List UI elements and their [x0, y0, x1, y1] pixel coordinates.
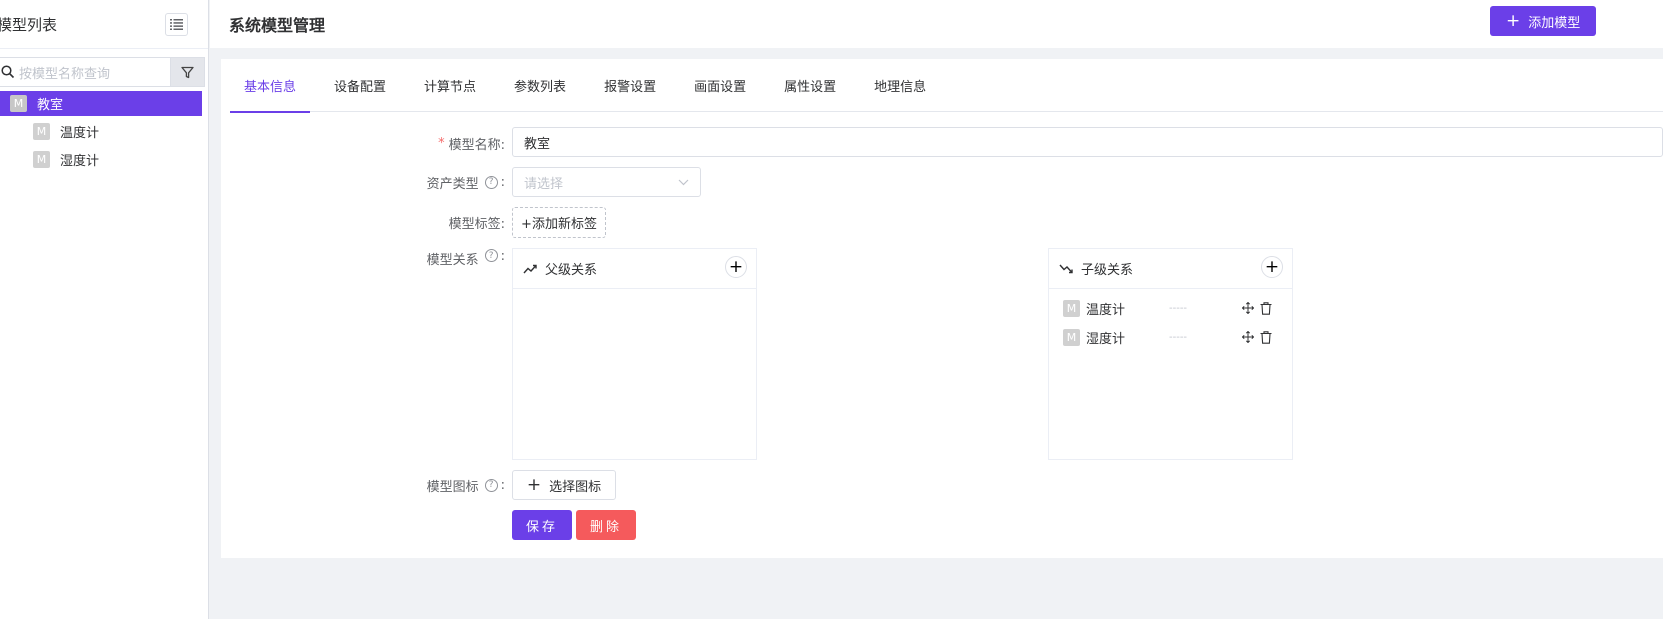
- page-title: 系统模型管理: [229, 16, 326, 35]
- chevron-down-icon: [678, 179, 689, 185]
- model-icon-label: 模型图标 ? :: [426, 477, 505, 495]
- child-relation-panel: 子级关系 + M 温度计 ----- M 湿度计 -----: [1048, 248, 1293, 460]
- tab-basic-info[interactable]: 基本信息: [230, 59, 311, 113]
- question-icon: ?: [484, 249, 498, 262]
- tree-item-thermometer[interactable]: M 温度计: [0, 119, 202, 144]
- sidebar: 模型列表 按模型名称查询 M 教室 M 温度计 M 湿度计: [0, 0, 209, 619]
- model-tree: M 教室 M 温度计 M 湿度计: [0, 91, 202, 175]
- child-label: 温度计: [1086, 302, 1126, 318]
- select-icon-button[interactable]: + 选择图标: [512, 470, 616, 500]
- tab-compute-nodes[interactable]: 计算节点: [410, 59, 490, 112]
- save-button[interactable]: 保存: [512, 510, 572, 540]
- trash-icon[interactable]: [1260, 330, 1272, 344]
- tree-item-label: 教室: [37, 98, 64, 113]
- tab-bar: 基本信息 设备配置 计算节点 参数列表 报警设置 画面设置 属性设置 地理信息: [230, 59, 1663, 113]
- model-tags-label: 模型标签:: [448, 216, 505, 232]
- parent-relation-header: 父级关系 +: [513, 249, 756, 289]
- list-view-button[interactable]: [165, 12, 188, 36]
- sidebar-title: 模型列表: [0, 15, 58, 34]
- tab-parameter-list[interactable]: 参数列表: [500, 59, 580, 112]
- filter-icon: [181, 66, 194, 78]
- search-icon: [1, 65, 15, 79]
- plus-icon: +: [526, 475, 542, 495]
- tab-device-config[interactable]: 设备配置: [320, 59, 400, 112]
- trend-up-icon: [523, 264, 537, 273]
- model-search-input[interactable]: 按模型名称查询: [0, 57, 170, 87]
- child-relation-item: M 温度计 -----: [1063, 298, 1283, 318]
- move-icon[interactable]: [1242, 331, 1254, 343]
- plus-icon: +: [1506, 11, 1521, 31]
- model-badge: M: [10, 95, 27, 112]
- model-name-input[interactable]: 教室: [512, 127, 1663, 157]
- relation-line: -----: [1169, 331, 1188, 343]
- tab-screen-settings[interactable]: 画面设置: [680, 59, 760, 112]
- filter-button[interactable]: [170, 57, 205, 87]
- question-icon: ?: [484, 478, 498, 492]
- list-icon: [170, 18, 183, 30]
- move-icon[interactable]: [1242, 302, 1254, 314]
- model-name-label: * 模型名称:: [438, 135, 505, 153]
- child-relation-title: 子级关系: [1081, 263, 1134, 278]
- child-label: 湿度计: [1086, 331, 1126, 347]
- relation-line: -----: [1169, 302, 1188, 314]
- top-bar: 系统模型管理 + 添加模型: [210, 0, 1663, 48]
- trash-icon[interactable]: [1260, 301, 1272, 315]
- model-badge: M: [33, 123, 50, 140]
- trend-down-icon: [1059, 264, 1073, 273]
- tree-item-hygrometer[interactable]: M 湿度计: [0, 147, 202, 172]
- asset-type-select[interactable]: 请选择: [512, 167, 701, 197]
- child-relation-header: 子级关系 +: [1049, 249, 1292, 289]
- add-tag-button[interactable]: +添加新标签: [512, 207, 606, 238]
- tree-item-classroom[interactable]: M 教室: [0, 91, 202, 116]
- sidebar-header: 模型列表: [0, 0, 208, 49]
- tab-attribute-settings[interactable]: 属性设置: [770, 59, 850, 112]
- tab-alarm-settings[interactable]: 报警设置: [590, 59, 670, 112]
- sidebar-search: 按模型名称查询: [0, 57, 205, 87]
- tree-item-label: 湿度计: [60, 154, 100, 169]
- child-relation-item: M 湿度计 -----: [1063, 327, 1283, 347]
- add-model-label: 添加模型: [1528, 15, 1581, 31]
- model-relation-label: 模型关系 ? :: [426, 249, 505, 268]
- question-icon: ?: [484, 175, 498, 189]
- select-icon-label: 选择图标: [549, 479, 602, 495]
- search-placeholder: 按模型名称查询: [19, 66, 111, 82]
- add-child-relation-button[interactable]: +: [1261, 256, 1283, 278]
- add-model-button[interactable]: + 添加模型: [1490, 6, 1597, 36]
- parent-relation-panel: 父级关系 +: [512, 248, 757, 460]
- tab-geo-info[interactable]: 地理信息: [860, 59, 940, 112]
- delete-button[interactable]: 删除: [576, 510, 636, 540]
- tree-item-label: 温度计: [60, 126, 100, 141]
- asset-type-label: 资产类型 ? :: [426, 174, 505, 192]
- model-badge: M: [1063, 328, 1080, 346]
- parent-relation-title: 父级关系: [545, 263, 598, 278]
- model-badge: M: [1063, 299, 1080, 317]
- asset-type-placeholder: 请选择: [524, 176, 564, 192]
- model-detail-card: 基本信息 设备配置 计算节点 参数列表 报警设置 画面设置 属性设置 地理信息 …: [221, 59, 1663, 558]
- model-badge: M: [33, 151, 50, 168]
- add-parent-relation-button[interactable]: +: [725, 256, 747, 278]
